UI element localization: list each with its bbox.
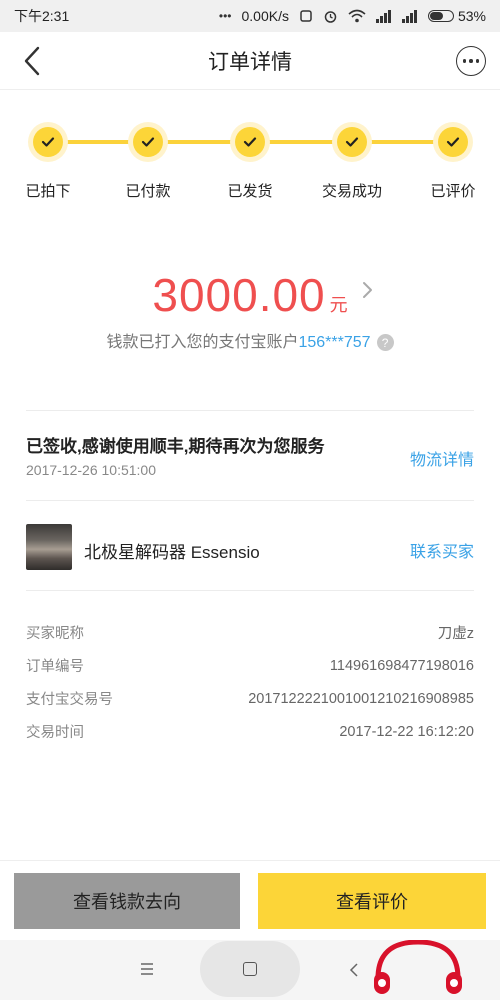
- product-name[interactable]: 北极星解码器 Essensio: [84, 538, 260, 563]
- payment-amount[interactable]: 3000.00 元: [0, 268, 500, 322]
- logistics-detail-link[interactable]: 物流详情: [410, 446, 474, 470]
- money-flow-button[interactable]: 查看钱款去向: [14, 873, 240, 929]
- account-text: 钱款已打入您的支付宝账户: [106, 334, 299, 351]
- progress-step: 已付款: [103, 110, 193, 201]
- more-button[interactable]: [456, 46, 486, 76]
- info-value: 114961698477198016: [329, 657, 474, 674]
- view-review-button[interactable]: 查看评价: [258, 873, 486, 929]
- signal-icon-2: [401, 10, 417, 23]
- bottom-actions: 查看钱款去向 查看评价: [0, 860, 500, 940]
- step-label: 已拍下: [25, 183, 71, 200]
- amount-value: 3000.00: [152, 269, 326, 321]
- help-icon[interactable]: ?: [376, 334, 394, 352]
- info-key: 支付宝交易号: [26, 692, 113, 708]
- home-icon: [243, 962, 257, 976]
- progress-step: 已评价: [408, 110, 498, 201]
- info-row-trade-time: 交易时间 2017-12-22 16:12:20: [26, 715, 474, 748]
- chevron-left-icon: [24, 46, 40, 76]
- battery-percent: 53%: [457, 8, 486, 24]
- account-info: 钱款已打入您的支付宝账户156***757?: [0, 328, 500, 352]
- info-value: 2017122221001001210216908985: [248, 690, 474, 707]
- logistics-status: 已签收,感谢使用顺丰,期待再次为您服务: [26, 437, 325, 456]
- home-button[interactable]: [200, 941, 300, 997]
- back-nav-icon[interactable]: [348, 962, 360, 978]
- info-row-buyer: 买家昵称 刀虚z: [26, 616, 474, 649]
- more-icon-dot: [475, 59, 480, 63]
- progress-step: 已发货: [205, 110, 295, 201]
- signal-icon: [375, 10, 391, 23]
- check-icon: [446, 137, 460, 147]
- divider: [26, 500, 474, 501]
- logistics-time: 2017-12-26 10:51:00: [26, 462, 156, 478]
- sync-icon: [300, 10, 312, 22]
- menu-icon[interactable]: [140, 962, 154, 976]
- amount-unit: 元: [329, 295, 348, 315]
- info-value: 2017-12-22 16:12:20: [339, 723, 474, 740]
- more-icon-dot: [462, 59, 467, 63]
- back-button[interactable]: [16, 44, 48, 78]
- wifi-icon: [348, 9, 366, 23]
- order-info: 买家昵称 刀虚z 订单编号 114961698477198016 支付宝交易号 …: [26, 616, 474, 748]
- check-icon: [243, 137, 257, 147]
- status-icons: ••• 0.00K/s 53%: [219, 8, 486, 24]
- order-progress: 已拍下 已付款 已发货 交易成功 已评价: [0, 110, 500, 200]
- headphones-logo-icon: [374, 940, 462, 994]
- account-number[interactable]: 156***757: [298, 334, 370, 351]
- info-row-order-number: 订单编号 114961698477198016: [26, 649, 474, 682]
- system-nav-bar: [0, 940, 500, 1000]
- step-label: 交易成功: [321, 183, 382, 200]
- alarm-icon: [324, 10, 337, 23]
- order-detail-content: 已拍下 已付款 已发货 交易成功 已评价 3000.00 元 钱款已打入您的支付…: [0, 90, 500, 860]
- divider: [26, 410, 474, 411]
- network-speed: 0.00K/s: [241, 8, 289, 24]
- status-bar: 下午2:31 ••• 0.00K/s 53%: [0, 0, 500, 32]
- nav-header: 订单详情: [0, 32, 500, 90]
- info-row-alipay-trade-number: 支付宝交易号 2017122221001001210216908985: [26, 682, 474, 715]
- chevron-right-icon[interactable]: [360, 280, 374, 300]
- divider: [26, 590, 474, 591]
- page-title: 订单详情: [208, 50, 292, 74]
- step-label: 已付款: [125, 183, 171, 200]
- clock: 下午2:31: [14, 8, 70, 24]
- check-icon: [141, 137, 155, 147]
- battery-icon: [427, 10, 454, 22]
- progress-step: 已拍下: [3, 110, 93, 201]
- progress-step: 交易成功: [307, 110, 397, 201]
- product-thumbnail[interactable]: [26, 524, 72, 570]
- check-icon: [41, 137, 55, 147]
- info-key: 交易时间: [26, 725, 84, 741]
- info-value: 刀虚z: [437, 626, 474, 642]
- info-key: 买家昵称: [26, 626, 84, 642]
- battery-indicator: 53%: [427, 8, 486, 24]
- check-icon: [345, 137, 359, 147]
- more-icon-dot: [469, 59, 473, 63]
- step-label: 已发货: [227, 183, 273, 200]
- contact-buyer-link[interactable]: 联系买家: [410, 538, 474, 562]
- step-label: 已评价: [430, 183, 476, 200]
- info-key: 订单编号: [26, 659, 84, 675]
- dots-icon: •••: [218, 9, 232, 23]
